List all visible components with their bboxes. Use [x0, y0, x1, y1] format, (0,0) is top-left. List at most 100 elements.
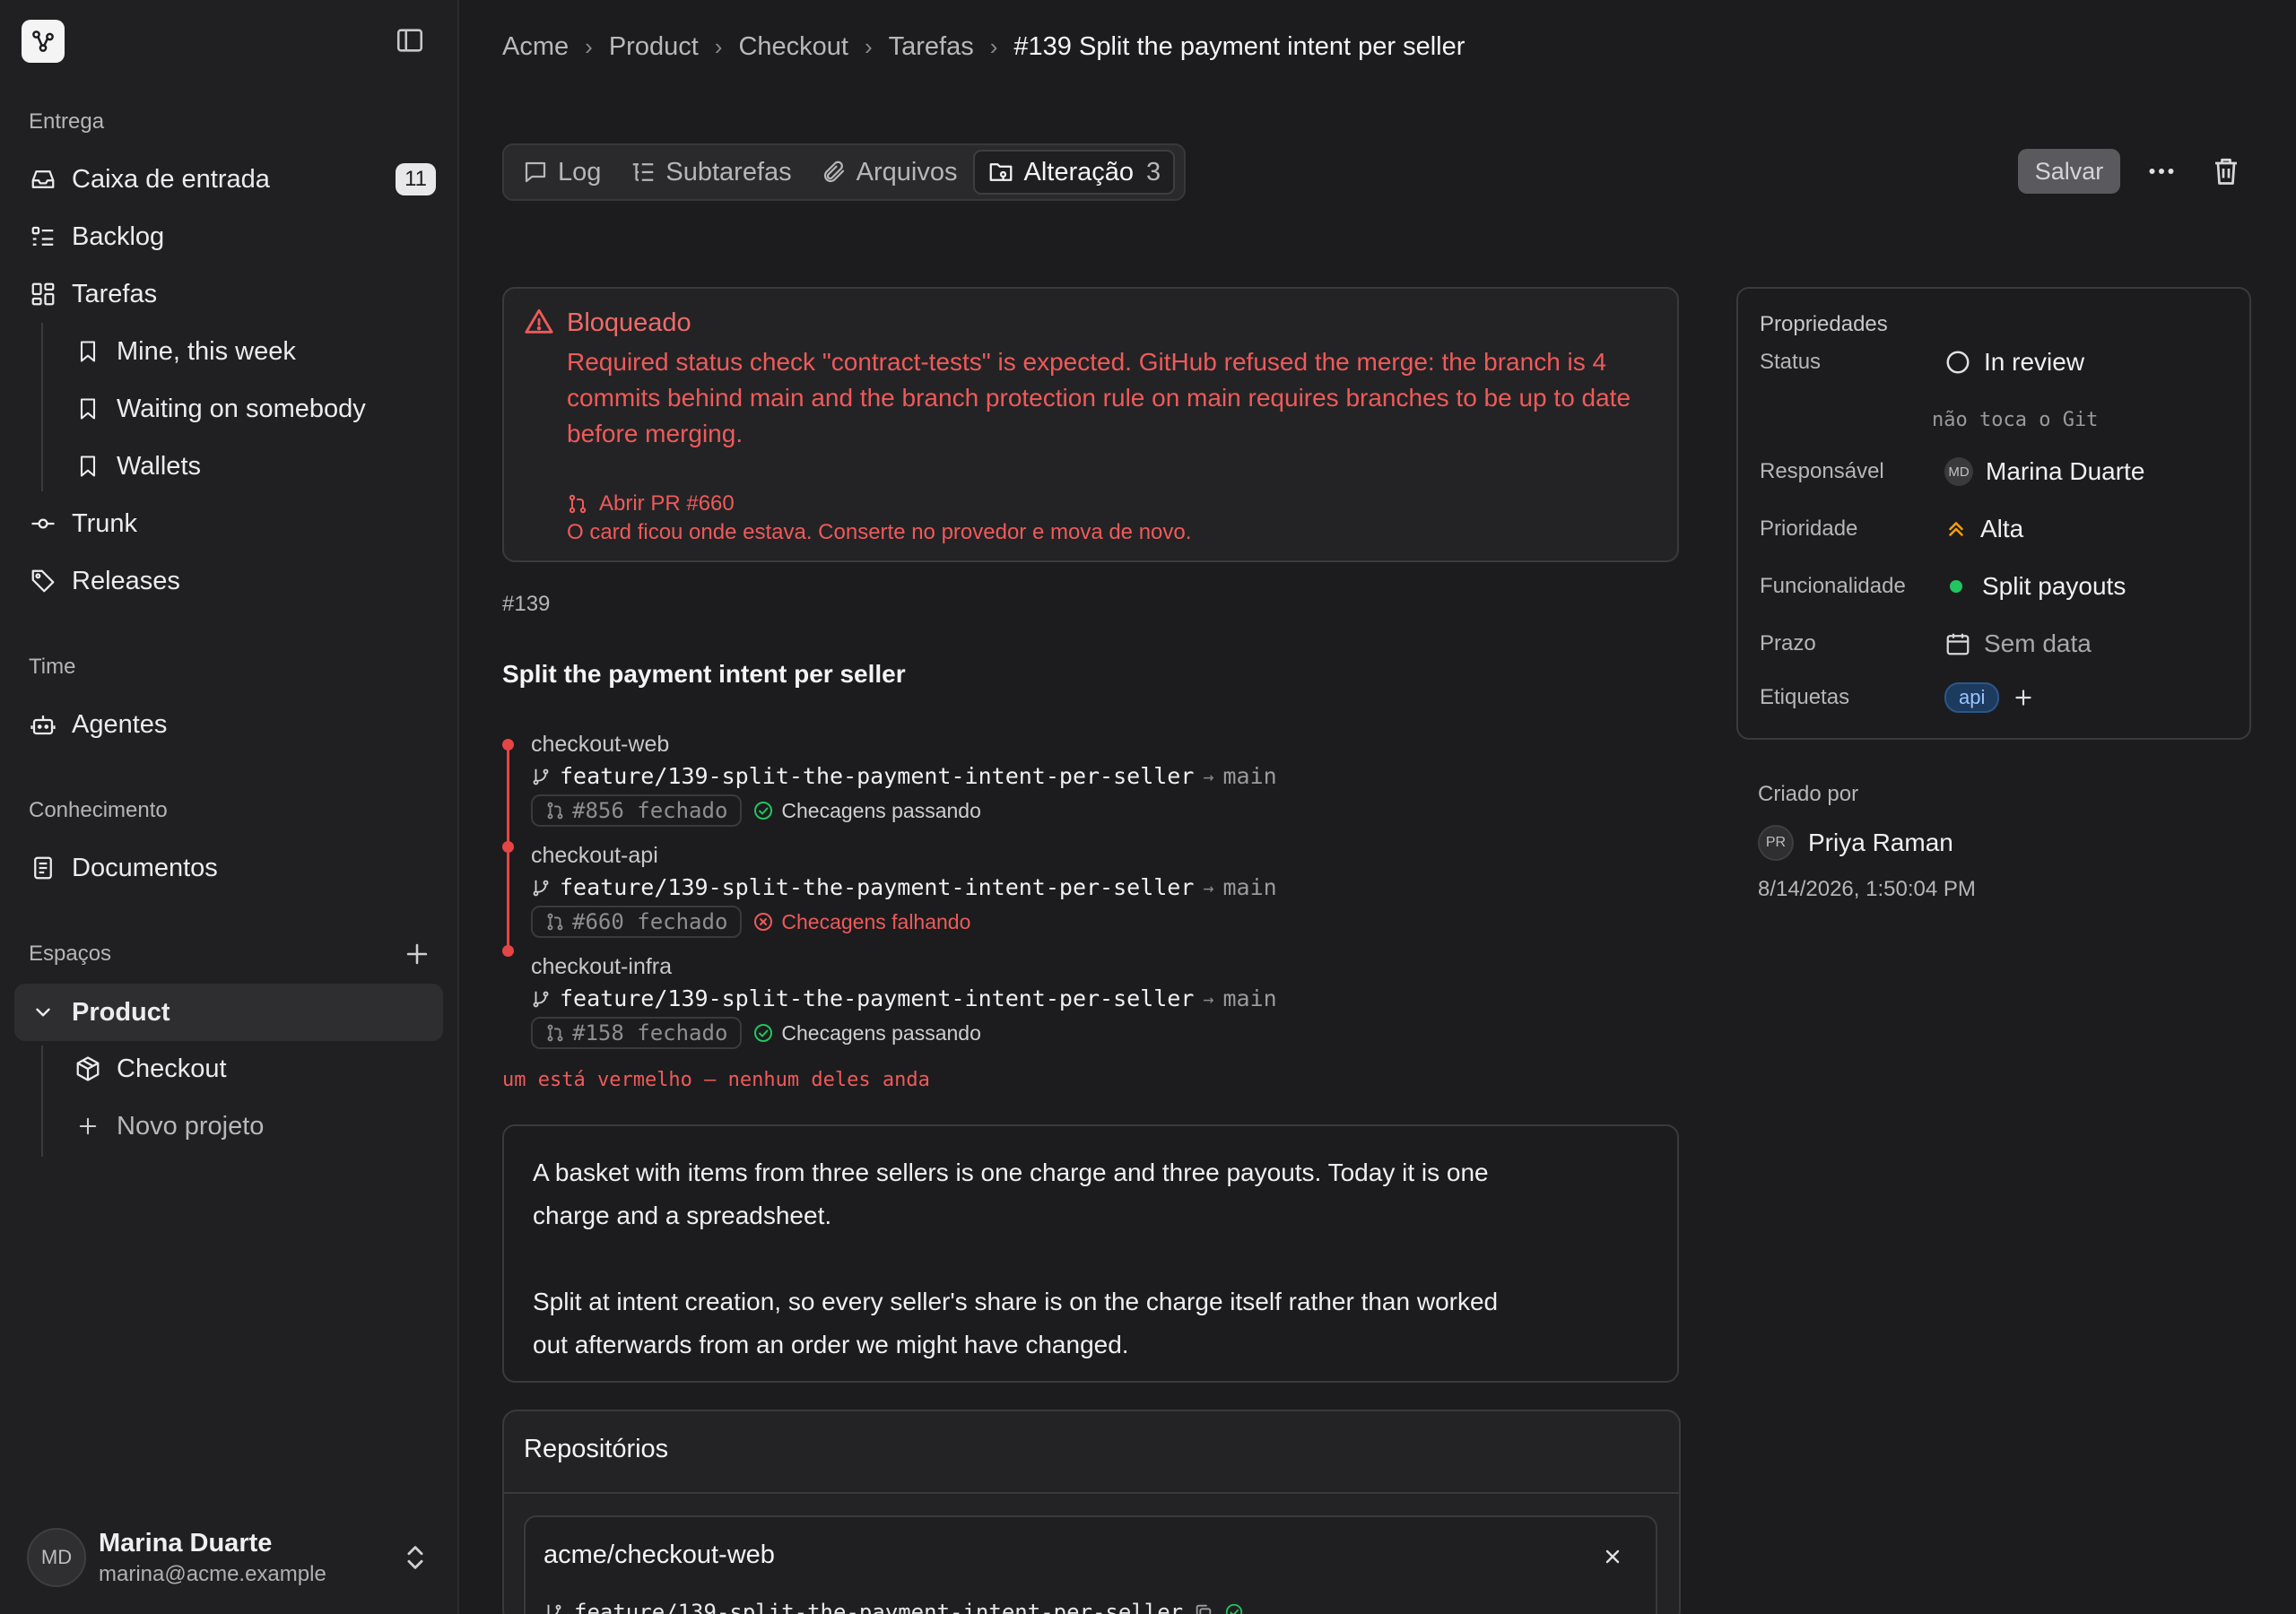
task-title: Split the payment intent per seller — [502, 660, 906, 688]
breadcrumb-item[interactable]: Acme — [502, 32, 569, 62]
alert-title: Bloqueado — [567, 308, 691, 337]
check-circle-icon — [752, 1022, 774, 1044]
trash-icon[interactable] — [2210, 154, 2242, 188]
sidebar-item-view-wallets[interactable]: Wallets — [74, 441, 443, 491]
task-tabs: Log Subtarefas Arquivos Alteração 3 — [502, 143, 1186, 201]
priority-select[interactable]: Alta — [1944, 515, 2023, 543]
sidebar-item-trunk[interactable]: Trunk — [29, 499, 443, 549]
priority-value: Alta — [1980, 515, 2024, 542]
target-branch: main — [1222, 985, 1277, 1011]
feature-select[interactable]: Split payouts — [1944, 572, 2126, 601]
sidebar-item-agents[interactable]: Agentes — [29, 699, 443, 750]
breadcrumb-item[interactable]: Tarefas — [889, 32, 974, 62]
sidebar: Entrega Caixa de entrada 11 Backlog Tare… — [0, 0, 459, 1614]
blocked-alert: Bloqueado Required status check "contrac… — [502, 287, 1679, 562]
sidebar-item-inbox[interactable]: Caixa de entrada 11 — [29, 154, 443, 204]
due-date-picker[interactable]: Sem data — [1944, 629, 2092, 658]
package-icon — [74, 1054, 102, 1083]
sidebar-item-view-waiting[interactable]: Waiting on somebody — [74, 384, 443, 434]
sidebar-item-releases[interactable]: Releases — [29, 556, 443, 606]
branch-name[interactable]: feature/139-split-the-payment-intent-per… — [560, 985, 1194, 1011]
status-value: In review — [1984, 348, 2085, 376]
sidebar-item-space-product[interactable]: Product — [29, 987, 443, 1037]
branch-name[interactable]: feature/139-split-the-payment-intent-per… — [560, 763, 1194, 789]
task-description[interactable]: A basket with items from three sellers i… — [502, 1124, 1679, 1383]
tab-log[interactable]: Log — [509, 150, 613, 195]
chevron-down-icon[interactable] — [29, 998, 57, 1027]
more-options-icon[interactable] — [2145, 158, 2178, 185]
breadcrumb-current: #139 Split the payment intent per seller — [1013, 32, 1465, 61]
layout-grid-icon — [29, 280, 57, 308]
sidebar-item-label: Agentes — [72, 709, 168, 739]
sidebar-toggle-icon[interactable] — [395, 25, 425, 56]
tab-change[interactable]: Alteração 3 — [973, 150, 1176, 195]
sidebar-item-tasks[interactable]: Tarefas — [29, 269, 443, 319]
tree-guide — [41, 1046, 43, 1157]
copy-icon[interactable] — [1194, 1602, 1213, 1614]
branch-name: feature/139-split-the-payment-intent-per… — [574, 1600, 1184, 1614]
git-branch-icon — [531, 989, 551, 1009]
sidebar-item-backlog[interactable]: Backlog — [29, 212, 443, 262]
pr-pill[interactable]: #158 fechado — [531, 1017, 743, 1049]
breadcrumb-item[interactable]: Checkout — [738, 32, 848, 62]
add-tag-icon[interactable] — [2012, 686, 2035, 709]
git-pull-request-icon — [545, 912, 565, 932]
section-knowledge: Conhecimento — [29, 798, 168, 822]
sidebar-item-documents[interactable]: Documentos — [29, 843, 443, 893]
plus-icon — [74, 1112, 102, 1141]
section-spaces: Espaços — [29, 941, 112, 966]
close-icon[interactable] — [1602, 1546, 1623, 1567]
chevron-right-icon: › — [585, 33, 593, 60]
tab-subtasks[interactable]: Subtarefas — [617, 150, 804, 195]
git-commit-icon — [29, 509, 57, 538]
description-paragraph: A basket with items from three sellers i… — [533, 1158, 1489, 1229]
sidebar-item-label: Novo projeto — [117, 1111, 265, 1141]
property-assignee: Responsável MD Marina Duarte — [1760, 454, 2231, 490]
tab-files[interactable]: Arquivos — [808, 150, 970, 195]
branch-name[interactable]: feature/139-split-the-payment-intent-per… — [560, 874, 1194, 900]
description-paragraph: Split at intent creation, so every selle… — [533, 1288, 1499, 1358]
sidebar-item-label: Backlog — [72, 221, 165, 251]
timeline-dot — [502, 841, 514, 853]
repository-branch-row: feature/139-split-the-payment-intent-per… — [544, 1600, 1244, 1614]
status-select[interactable]: In review — [1944, 348, 2084, 377]
tag-chip[interactable]: api — [1944, 682, 2000, 713]
check-circle-icon — [1224, 1602, 1244, 1614]
new-project-button[interactable]: Novo projeto — [74, 1101, 443, 1151]
warning-triangle-icon — [524, 307, 554, 337]
assignee-select[interactable]: MD Marina Duarte — [1944, 457, 2144, 486]
sidebar-item-view-mine[interactable]: Mine, this week — [74, 326, 443, 377]
property-feature: Funcionalidade Split payouts — [1760, 568, 2231, 604]
property-label: Funcionalidade — [1760, 574, 1906, 598]
creator-name: Priya Raman — [1808, 829, 1953, 856]
sidebar-item-project-checkout[interactable]: Checkout — [74, 1044, 443, 1094]
tab-label: Alteração — [1023, 157, 1134, 187]
section-team: Time — [29, 655, 76, 679]
repo-name: checkout-web — [531, 732, 670, 757]
tag-icon — [29, 567, 57, 595]
user-menu[interactable]: MD Marina Duarte marina@acme.example — [27, 1524, 430, 1591]
save-button[interactable]: Salvar — [2018, 149, 2120, 194]
open-pr-link[interactable]: Abrir PR #660 — [567, 491, 735, 516]
repositories-title: Repositórios — [524, 1435, 669, 1463]
x-circle-icon — [752, 911, 774, 933]
list-tree-icon — [630, 159, 657, 186]
checks-status: Checagens falhando — [752, 910, 970, 934]
app-logo[interactable] — [22, 20, 65, 63]
document-icon — [29, 854, 57, 882]
properties-title: Propriedades — [1760, 312, 1888, 336]
sidebar-item-label: Wallets — [117, 451, 201, 481]
add-space-icon[interactable] — [402, 939, 432, 969]
tab-count: 3 — [1146, 157, 1161, 187]
chevrons-up-down-icon[interactable] — [400, 1542, 430, 1573]
sidebar-item-label: Documentos — [72, 853, 218, 882]
checks-label: Checagens falhando — [781, 909, 971, 933]
branch-arrow: → — [1203, 987, 1214, 1010]
property-label: Prioridade — [1760, 516, 1858, 541]
git-branch-icon — [544, 1602, 563, 1614]
repositories-panel: Repositórios acme/checkout-web feature/1… — [502, 1410, 1681, 1614]
pr-pill[interactable]: #660 fechado — [531, 906, 743, 938]
sidebar-item-label: Releases — [72, 566, 180, 595]
pr-pill[interactable]: #856 fechado — [531, 794, 743, 827]
breadcrumb-item[interactable]: Product — [609, 32, 699, 62]
